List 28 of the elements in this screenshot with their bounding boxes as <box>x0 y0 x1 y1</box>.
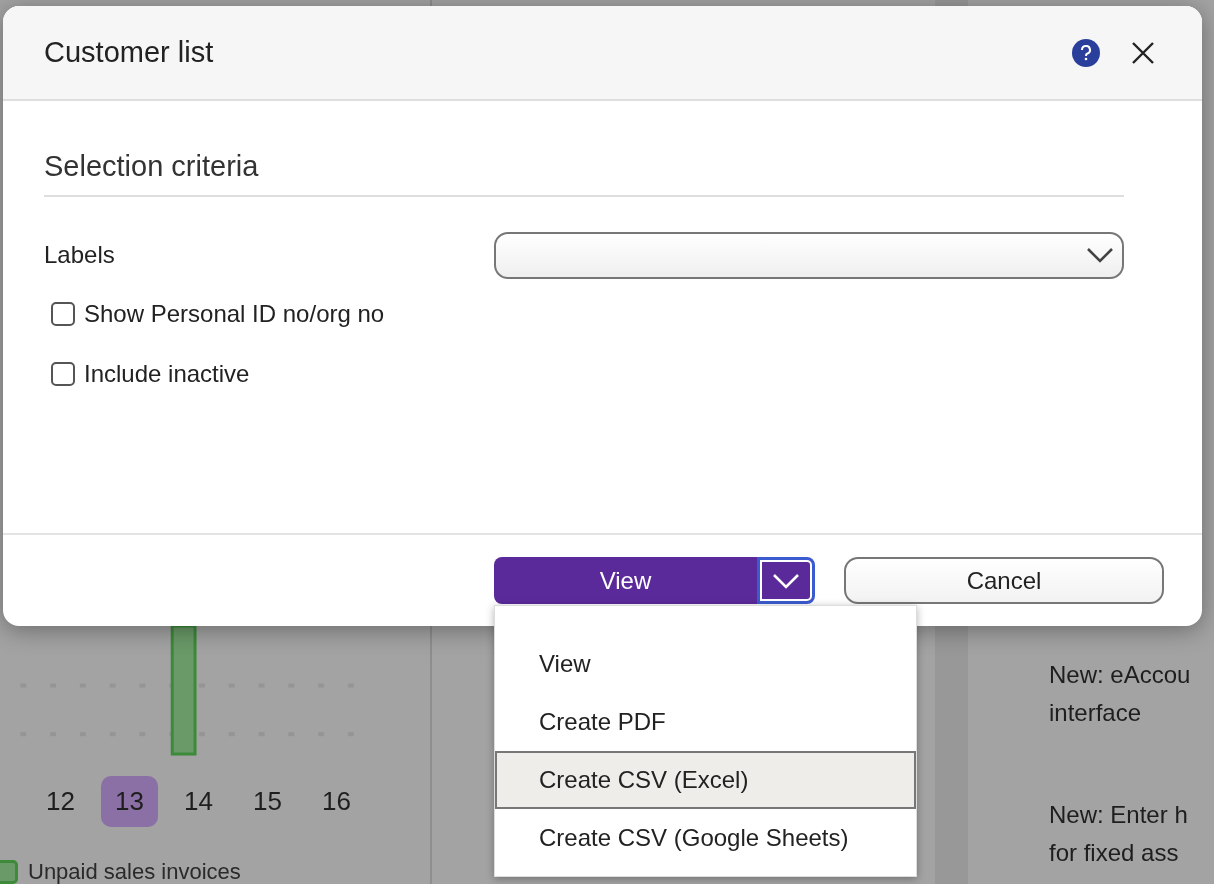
legend-swatch-icon <box>0 860 18 884</box>
field-label: Labels <box>44 240 116 270</box>
section-title: Selection criteria <box>44 150 259 182</box>
day-label[interactable]: 16 <box>308 775 365 827</box>
day-label[interactable]: 12 <box>32 775 89 827</box>
chevron-down-icon <box>1086 247 1114 263</box>
labels-select[interactable] <box>494 231 1124 279</box>
day-label[interactable]: 14 <box>170 775 227 827</box>
view-options-button[interactable] <box>757 557 815 604</box>
news-item: New: eAccou interface <box>1049 660 1192 728</box>
checkbox[interactable] <box>51 301 75 326</box>
checkbox-label: Include inactive <box>84 358 250 389</box>
legend-label: Unpaid sales invoices <box>28 861 241 883</box>
close-button[interactable] <box>1130 39 1156 66</box>
view-button[interactable]: View <box>494 557 757 604</box>
dialog-title: Customer list <box>44 34 215 70</box>
day-label[interactable]: 13 <box>101 775 158 827</box>
help-icon[interactable] <box>1072 38 1100 67</box>
cancel-button[interactable]: Cancel <box>844 557 1164 604</box>
menu-item[interactable]: Create CSV (Excel) <box>495 751 916 809</box>
day-label[interactable]: 15 <box>239 775 296 827</box>
menu-item[interactable]: View <box>495 635 916 693</box>
checkbox-label: Show Personal ID no/org no <box>84 298 385 329</box>
menu-item[interactable]: Create CSV (Google Sheets) <box>495 809 916 867</box>
chevron-down-icon <box>772 572 800 589</box>
menu-item[interactable]: Create PDF <box>495 693 916 751</box>
news-item: New: Enter h for fixed ass <box>1049 800 1189 868</box>
checkbox[interactable] <box>51 361 75 386</box>
